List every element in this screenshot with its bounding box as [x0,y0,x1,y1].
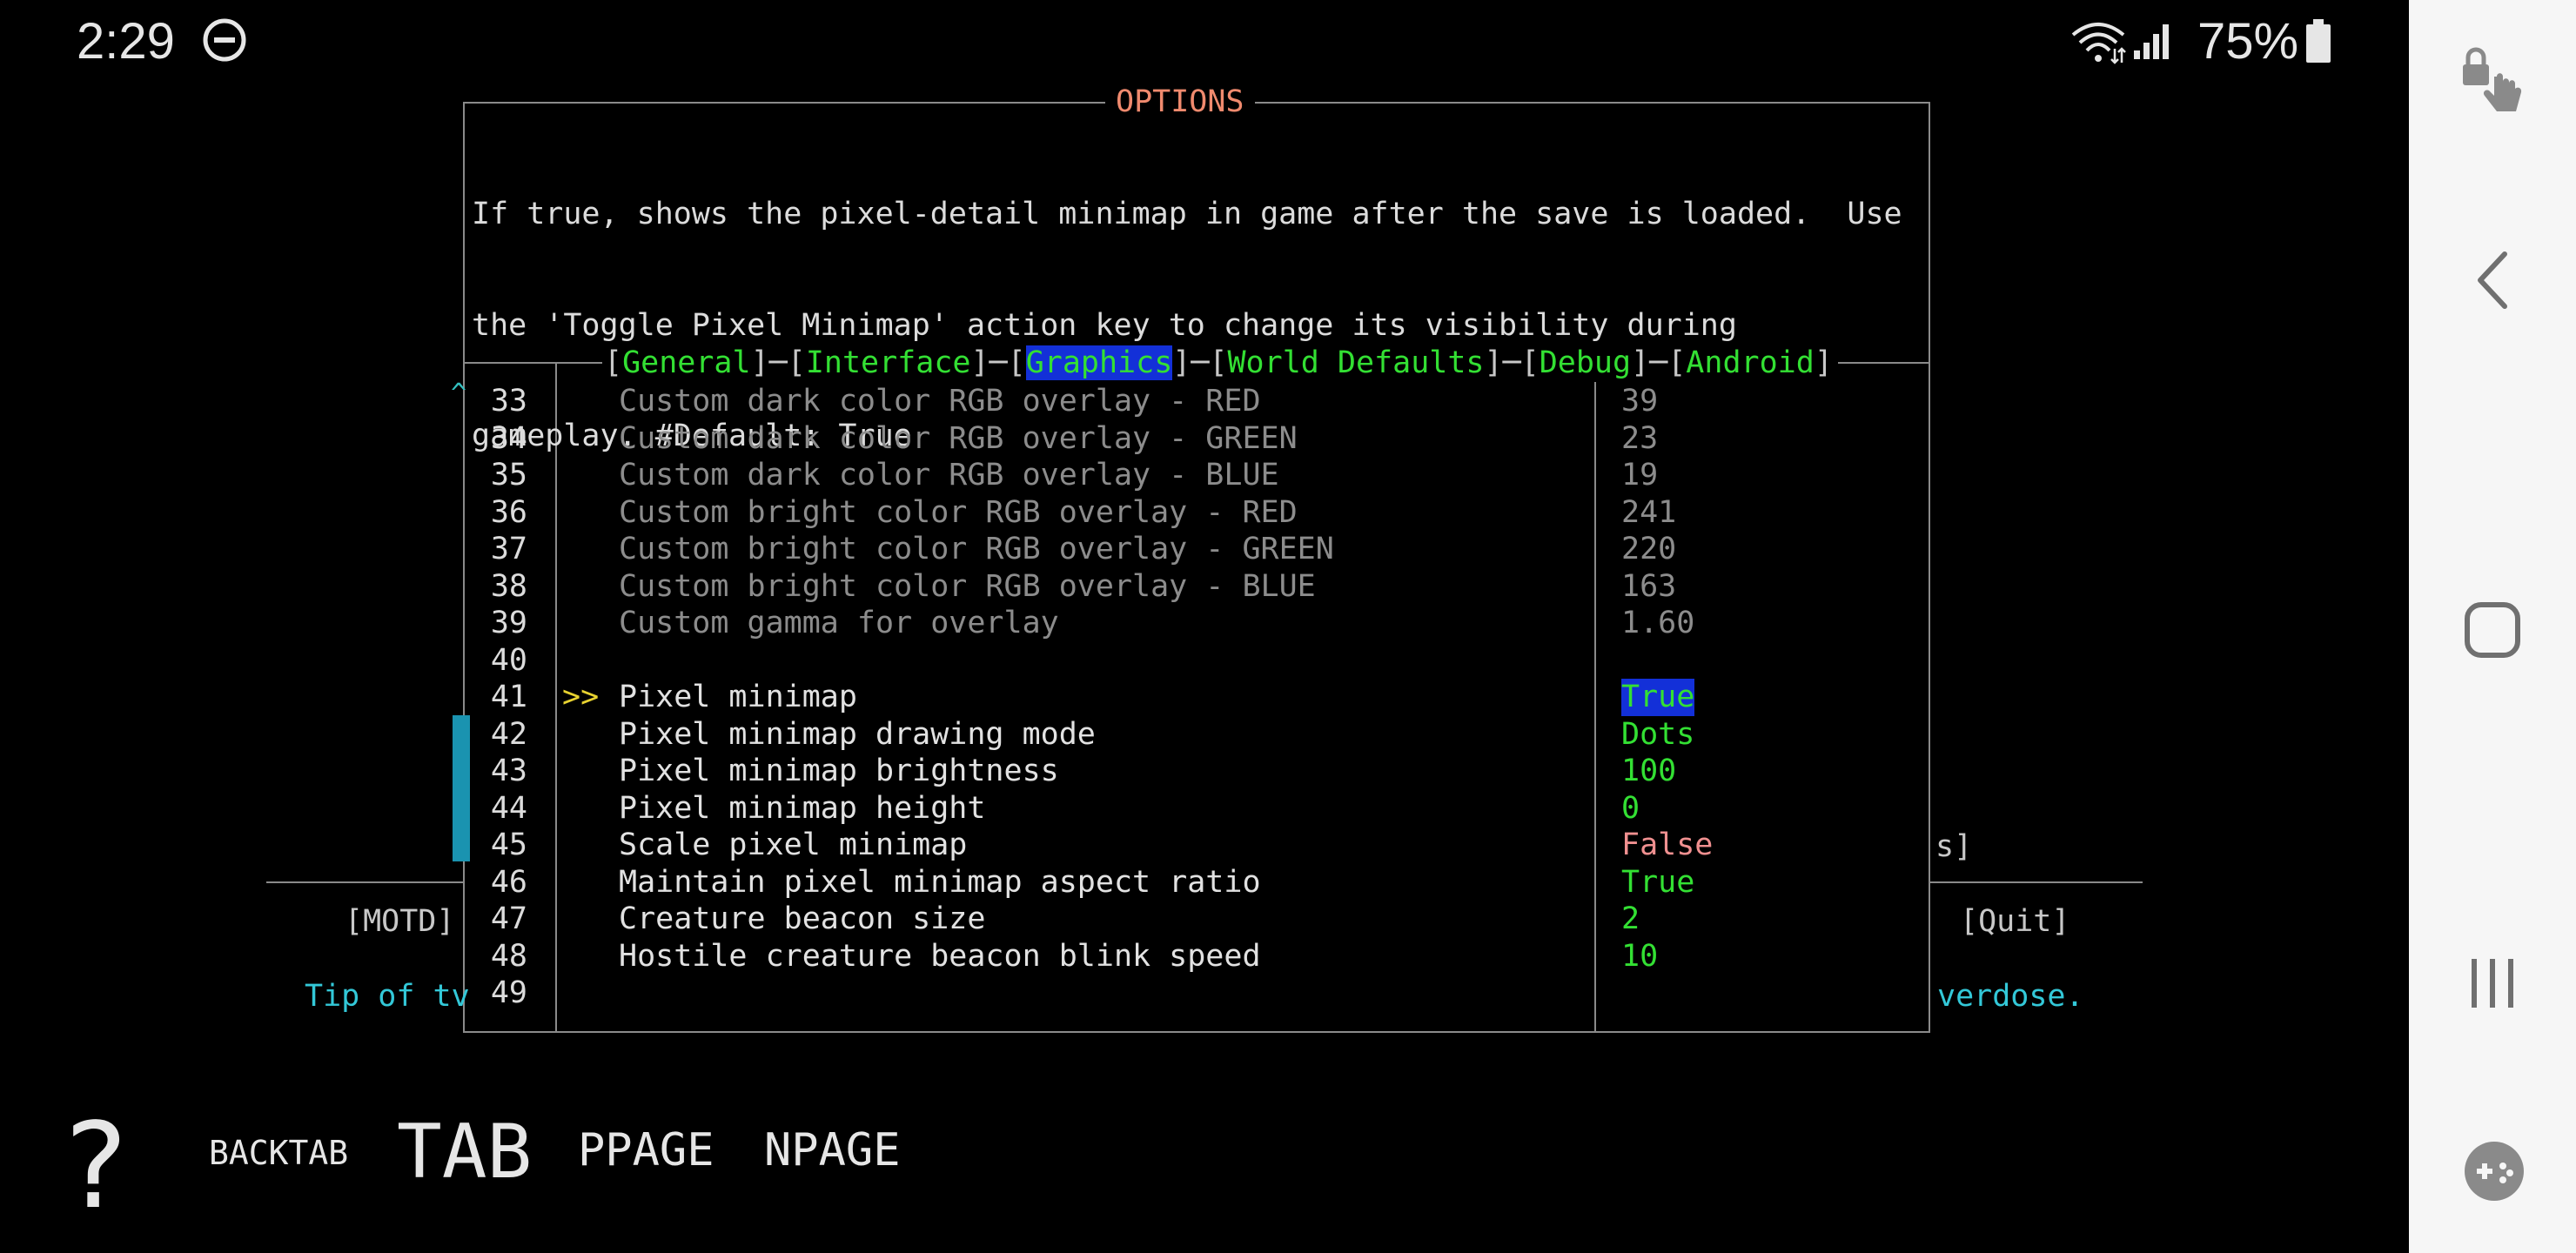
tab-key-button[interactable]: TAB [397,1109,532,1196]
wifi-icon [2070,19,2127,64]
home-icon[interactable] [2463,600,2522,660]
lock-touch-icon[interactable] [2456,44,2529,117]
row-number: 38 [490,568,527,604]
row-value: 100 [1621,754,1677,788]
row-label: Pixel minimap drawing mode [619,716,1096,752]
row-number: 39 [490,606,527,640]
row-label: Hostile creature beacon blink speed [619,938,1261,974]
row-number: 36 [490,494,527,530]
npage-key-button[interactable]: NPAGE [764,1124,901,1176]
row-value: False [1621,828,1714,862]
row-value: 2 [1621,901,1640,936]
row-number: 46 [490,864,527,900]
tip-text-end: verdose. [1937,979,2084,1014]
do-not-disturb-icon [202,17,247,63]
row-label: Pixel minimap [619,680,857,714]
menu-item-fragment: s] [1935,829,1973,864]
navigation-bar [2409,0,2576,1253]
motd-menu-item[interactable]: [MOTD] [345,903,454,941]
row-label: Custom bright color RGB overlay - BLUE [619,568,1316,604]
row-number: 48 [490,938,527,974]
recents-icon[interactable] [2466,955,2519,1011]
status-time: 2:29 [77,13,175,70]
quit-menu-item[interactable]: [Quit] [1960,903,2070,941]
row-label: Custom dark color RGB overlay - BLUE [619,458,1279,492]
battery-percent: 75% [2197,13,2299,70]
row-value: 10 [1621,938,1659,974]
row-number: 44 [490,790,527,826]
selection-cursor: >> [562,680,600,714]
scrollbar-thumb[interactable] [453,715,470,861]
row-value: Dots [1621,716,1695,752]
row-label: Creature beacon size [619,901,986,936]
scroll-up-indicator: ^ [451,379,467,409]
gamepad-icon[interactable] [2463,1140,2526,1203]
row-label: Custom dark color RGB overlay - RED [619,384,1261,419]
row-value: 1.60 [1621,606,1695,640]
battery-icon [2304,17,2332,64]
row-number: 42 [490,716,527,752]
tab-general[interactable]: General [622,345,751,380]
row-value[interactable]: True [1621,679,1695,716]
tab-graphics[interactable]: Graphics [1025,345,1173,380]
tab-world-defaults[interactable]: World Defaults [1227,345,1484,380]
row-label: Maintain pixel minimap aspect ratio [619,864,1261,900]
backtab-key-button[interactable]: BACKTAB [209,1134,348,1172]
row-value: 163 [1621,568,1677,604]
back-icon[interactable] [2466,249,2519,312]
row-value: 23 [1621,420,1659,456]
row-label: Scale pixel minimap [619,828,968,862]
row-label: Custom gamma for overlay [619,606,1059,640]
row-number: 47 [490,901,527,936]
row-label: Pixel minimap height [619,790,986,826]
row-label: Custom bright color RGB overlay - GREEN [619,532,1334,566]
row-number: 33 [490,384,527,419]
row-value: 220 [1621,532,1677,566]
tab-bar: [General]─[Interface]─[Graphics]─[World … [604,345,1833,382]
tab-debug[interactable]: Debug [1540,345,1631,380]
tab-android[interactable]: Android [1686,345,1815,380]
ppage-key-button[interactable]: PPAGE [578,1124,714,1176]
menu-divider-left [266,881,463,883]
row-label: Custom bright color RGB overlay - RED [619,494,1298,530]
row-number: 45 [490,828,527,862]
row-label: Pixel minimap brightness [619,754,1059,788]
row-number: 34 [490,420,527,456]
row-value: 0 [1621,790,1640,826]
row-value: True [1621,864,1695,900]
row-label: Custom dark color RGB overlay - GREEN [619,420,1298,456]
row-number: 40 [490,642,527,678]
help-key-button[interactable]: ? [59,1098,131,1236]
tab-interface[interactable]: Interface [806,345,971,380]
tip-text: Tip of tv [305,979,470,1014]
options-frame-right [1929,102,1930,1032]
description-line: the 'Toggle Pixel Minimap' action key to… [472,307,1737,343]
signal-icon [2132,21,2174,61]
row-number: 37 [490,532,527,566]
options-title: OPTIONS [1105,84,1255,121]
row-number: 49 [490,975,527,1010]
description-line: If true, shows the pixel-detail minimap … [472,197,1902,231]
options-frame-bottom [463,1031,1930,1033]
row-value: 241 [1621,494,1677,530]
row-value: 19 [1621,458,1659,492]
row-number: 41 [490,680,527,714]
row-value: 39 [1621,384,1659,419]
options-frame-left [463,102,465,1032]
menu-divider-right [1930,881,2143,883]
row-number: 43 [490,754,527,788]
row-number: 35 [490,458,527,492]
